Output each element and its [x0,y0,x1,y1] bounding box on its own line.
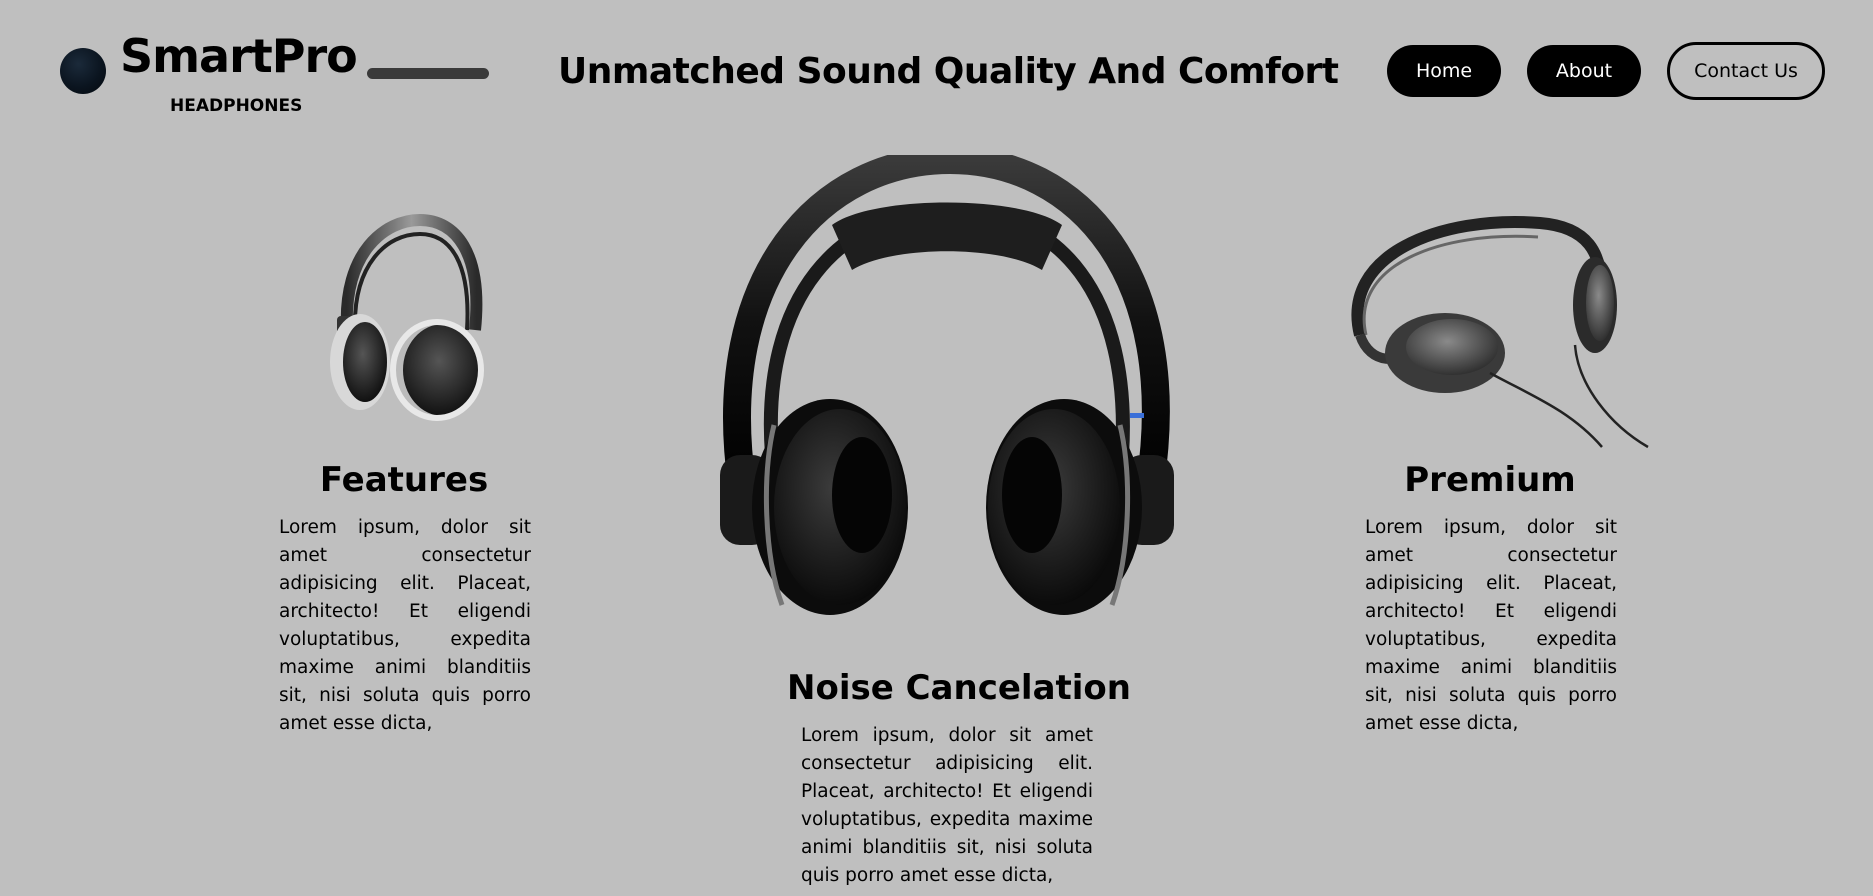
nav-home-button[interactable]: Home [1387,45,1501,97]
features-text: Lorem ipsum, dolor sit amet consectetur … [279,517,531,734]
page: SmartPro HEADPHONES Unmatched Sound Qual… [0,0,1873,896]
noise-cancelation-text: Lorem ipsum, dolor sit amet consectetur … [801,725,1093,886]
premium-title: Premium [1404,460,1576,500]
premium-text: Lorem ipsum, dolor sit amet consectetur … [1365,517,1617,734]
headphones-silver-icon [325,212,495,422]
page-tagline: Unmatched Sound Quality And Comfort [558,51,1339,92]
brand-subtitle: HEADPHONES [170,96,303,116]
logo-dot-icon[interactable] [60,48,106,94]
features-title: Features [319,460,489,500]
nav-about-button[interactable]: About [1527,45,1641,97]
noise-cancelation-title: Noise Cancelation [787,668,1131,708]
headphones-wired-icon [1340,215,1650,450]
nav-contact-button[interactable]: Contact Us [1667,42,1825,100]
brand-name[interactable]: SmartPro [120,28,358,84]
header-divider-bar [367,68,489,79]
headphones-black-icon [712,155,1182,620]
